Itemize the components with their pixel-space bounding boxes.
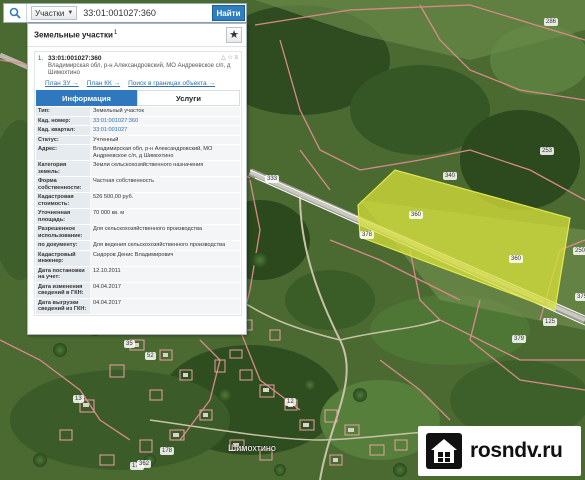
search-icon-button[interactable]: [4, 4, 27, 22]
info-row: Кад. квартал: 33:01:001027: [36, 126, 240, 136]
info-value: 12.10.2011: [90, 266, 240, 282]
parcel-label: 13: [73, 395, 84, 403]
info-key: Адрес:: [36, 145, 90, 160]
panel-title: Земельные участки1: [34, 30, 117, 40]
plan-kk-link[interactable]: План КК →: [87, 80, 120, 87]
card-links: План ЗУ → План КК → Поиск в границах объ…: [35, 79, 241, 90]
cadastral-number-link[interactable]: 33:01:001027:360: [90, 116, 240, 125]
info-row: Кад. номер: 33:01:001027:360: [36, 116, 240, 126]
card-header[interactable]: 1. 33:01:001027:360 △ ☆ ≡ Владимирская об…: [35, 52, 241, 79]
info-key: Дата изменения сведений в ГКН:: [36, 282, 90, 298]
info-row: Адрес: Владимирская обл, р-н Александровс…: [36, 145, 240, 161]
cadastral-quarter-link[interactable]: 33:01:001027: [90, 126, 240, 135]
panel-header: Земельные участки1 ★: [28, 24, 246, 47]
parcel-label: 379: [512, 335, 527, 343]
info-key: Кад. номер:: [36, 116, 90, 125]
result-card: 1. 33:01:001027:360 △ ☆ ≡ Владимирская об…: [34, 51, 242, 316]
info-row: Разрешенное использование: Для сельскохоз…: [36, 225, 240, 241]
parcel-label: 375: [575, 293, 585, 301]
info-key: Кад. квартал:: [36, 126, 90, 135]
info-value: Учтенный: [90, 135, 240, 144]
info-value: Для ведения сельскохозяйственного произв…: [90, 241, 240, 250]
info-key: Дата выгрузки сведений из ГКН:: [36, 298, 90, 314]
info-key: Кадастровая стоимость:: [36, 193, 90, 208]
panel-title-text: Земельные участки: [34, 30, 113, 40]
parcel-label: 178: [160, 447, 175, 455]
parcel-label: 340: [443, 172, 458, 180]
info-key: Уточненная площадь:: [36, 209, 90, 224]
info-value: Для сельскохозяйственного производства: [90, 225, 240, 240]
info-row: Дата выгрузки сведений из ГКН: 04.04.2017: [36, 298, 240, 315]
favorite-star-icon[interactable]: ★: [226, 27, 242, 43]
info-table: Тип: Земельный участок Кад. номер: 33:01:0…: [36, 107, 240, 315]
card-address: Владимирская обл, р-н Александровский, М…: [48, 63, 231, 76]
search-within-bounds-link[interactable]: Поиск в границах объекта →: [128, 80, 215, 87]
info-row: Кадастровый инженер: Сидоров Денис Владим…: [36, 250, 240, 267]
card-action-icons[interactable]: △ ☆ ≡: [221, 55, 238, 62]
info-value: 526 500,00 руб.: [90, 193, 240, 208]
info-key: Кадастровый инженер:: [36, 250, 90, 266]
result-count: 1: [113, 30, 118, 37]
info-value: 04.04.2017: [90, 298, 240, 314]
info-value: Частная собственность: [90, 177, 240, 192]
cadastral-id: 33:01:001027:360: [48, 55, 102, 62]
info-value: 04.04.2017: [90, 282, 240, 298]
info-row: по документу: Для ведения сельскохозяйств…: [36, 241, 240, 251]
info-row: Кадастровая стоимость: 526 500,00 руб.: [36, 193, 240, 209]
search-icon: [9, 7, 21, 19]
chevron-down-icon: ▼: [67, 10, 74, 16]
info-key: Тип:: [36, 107, 90, 116]
info-value: Владимирская обл, р-н Александровский, М…: [90, 145, 240, 160]
parcel-label: 125: [543, 318, 558, 326]
result-number: 1.: [38, 56, 44, 62]
parcel-label: 333: [265, 175, 280, 183]
info-value: Сидоров Денис Владимирович: [90, 250, 240, 266]
object-type-dropdown[interactable]: Участки ▼: [31, 6, 78, 20]
info-row: Тип: Земельный участок: [36, 107, 240, 117]
tab-info[interactable]: Информация: [36, 90, 137, 106]
house-logo-icon: [426, 433, 462, 469]
info-key: Категория земель:: [36, 161, 90, 176]
parcel-label: 360: [509, 255, 524, 263]
parcel-label: 250: [573, 247, 585, 255]
parcel-label: 52: [145, 352, 156, 360]
village-label: Шимохтино: [228, 443, 276, 453]
tab-services[interactable]: Услуги: [137, 90, 240, 106]
parcel-label: 378: [360, 231, 375, 239]
rosndv-logo: rosndv.ru: [418, 426, 581, 476]
plan-zu-link[interactable]: План ЗУ →: [45, 80, 79, 87]
parcel-label: 360: [409, 211, 424, 219]
info-value: 70 000 кв. м: [90, 209, 240, 224]
dropdown-label: Участки: [35, 8, 65, 18]
parcel-label: 35: [124, 340, 135, 348]
parcel-label: 253: [540, 147, 555, 155]
card-tabs: Информация Услуги: [36, 90, 240, 106]
logo-text: rosndv.ru: [470, 439, 563, 462]
find-button[interactable]: Найти: [212, 5, 245, 21]
info-row: Дата изменения сведений в ГКН: 04.04.2017: [36, 282, 240, 299]
info-value: Земли сельскохозяйственного назначения: [90, 161, 240, 176]
info-row: Форма собственности: Частная собственност…: [36, 177, 240, 193]
info-value: Земельный участок: [90, 107, 240, 116]
search-bar: Участки ▼ 33:01:001027:360: [3, 3, 247, 23]
info-key: Статус:: [36, 135, 90, 144]
info-row: Статус: Учтенный: [36, 135, 240, 145]
info-row: Уточненная площадь: 70 000 кв. м: [36, 209, 240, 225]
info-row: Дата постановки на учет: 12.10.2011: [36, 266, 240, 283]
info-key: по документу:: [36, 241, 90, 250]
info-row: Категория земель: Земли сельскохозяйствен…: [36, 161, 240, 177]
info-key: Форма собственности:: [36, 177, 90, 192]
info-key: Разрешенное использование:: [36, 225, 90, 240]
info-key: Дата постановки на учет:: [36, 266, 90, 282]
land-plots-panel: Земельные участки1 ★ 1. 33:01:001027:360 …: [27, 23, 247, 335]
parcel-label: 12: [285, 398, 296, 406]
parcel-label: 286: [544, 18, 559, 26]
parcel-label: 362: [137, 460, 152, 468]
